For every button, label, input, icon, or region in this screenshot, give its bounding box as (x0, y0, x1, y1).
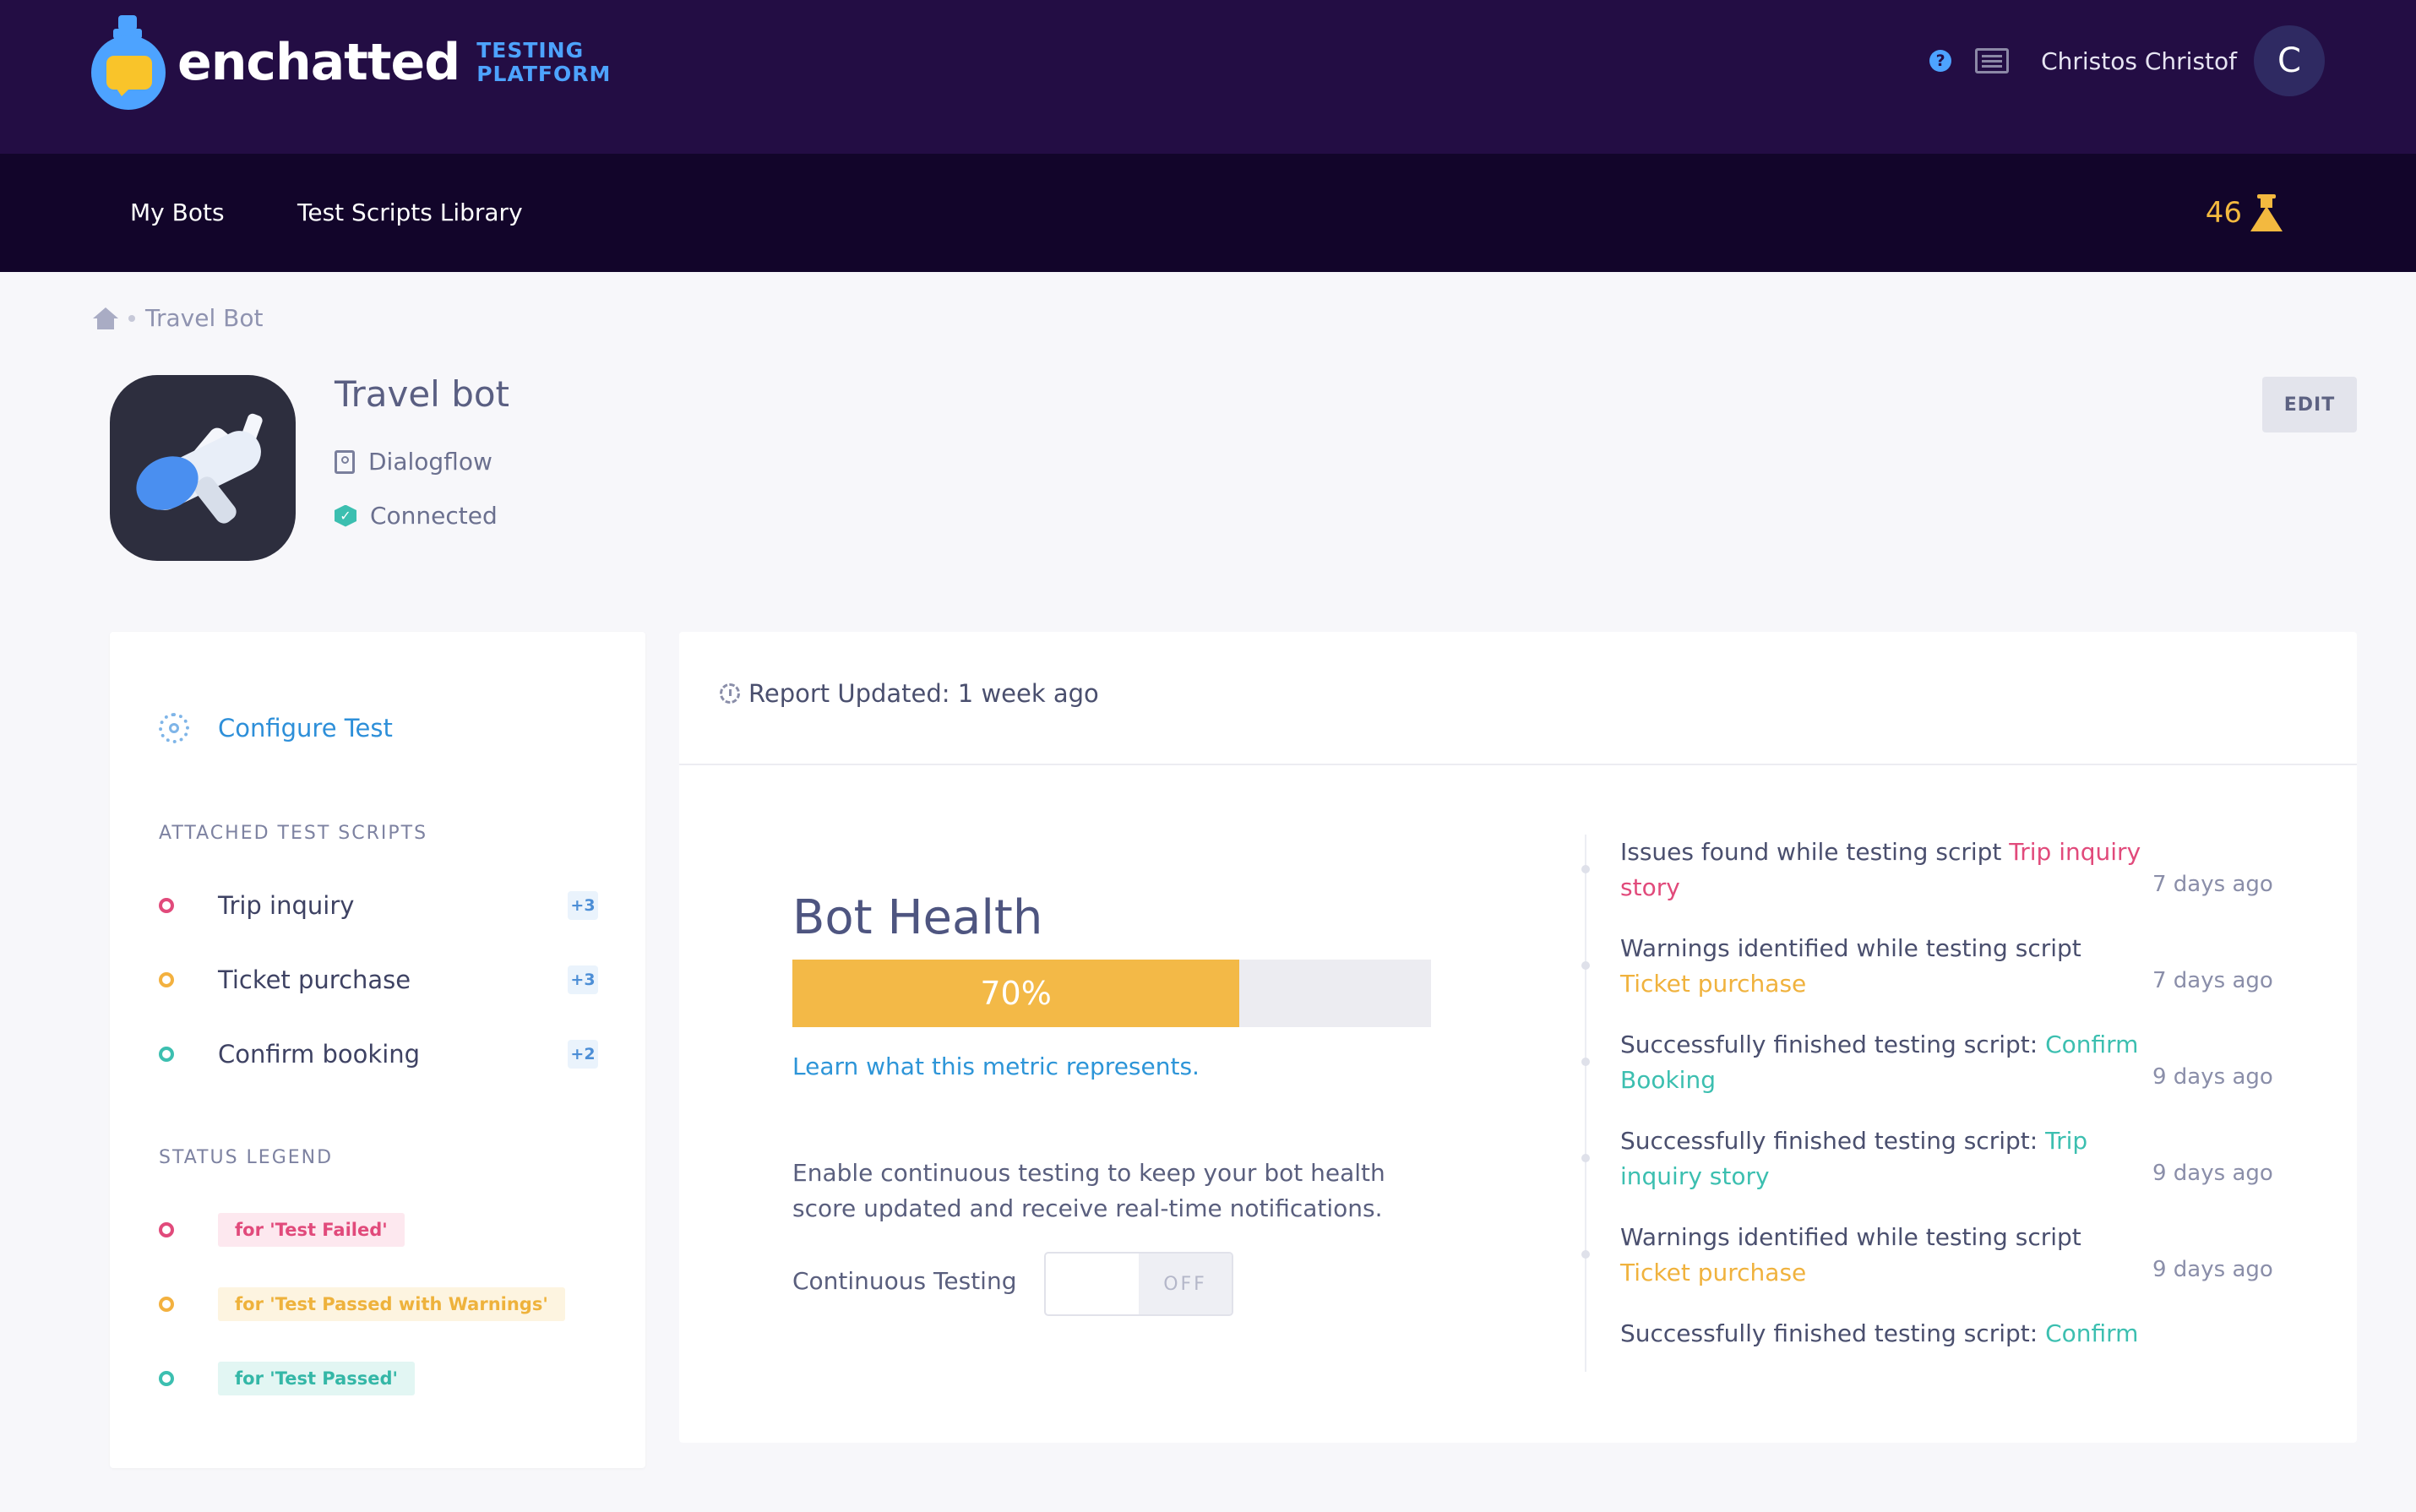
script-count-badge[interactable]: +3 (568, 965, 598, 994)
test-sidebar: Configure Test ATTACHED TEST SCRIPTS Tri… (110, 632, 645, 1468)
toggle-state: OFF (1139, 1254, 1232, 1314)
report-card: Report Updated: 1 week ago Bot Health 70… (679, 632, 2357, 1443)
brand-subtitle: TESTING PLATFORM (476, 39, 611, 86)
activity-timeline: Issues found while testing script Trip i… (1578, 835, 2321, 1372)
timeline-text: Successfully finished testing script: Co… (1620, 1316, 2144, 1352)
timeline-dot (1581, 865, 1590, 873)
platform-icon (335, 449, 355, 474)
script-name: Ticket purchase (218, 965, 411, 994)
breadcrumb: Travel Bot (93, 304, 263, 332)
timeline-dot (1581, 961, 1590, 970)
check-shield-icon: ✓ (335, 504, 356, 527)
bot-avatar-image (110, 375, 296, 561)
report-updated-label: Report Updated: 1 week ago (748, 679, 1099, 708)
brand-subtitle-line1: TESTING (476, 38, 585, 63)
script-count-badge[interactable]: +2 (568, 1040, 598, 1069)
status-warn-icon (159, 972, 174, 987)
home-icon[interactable] (93, 307, 118, 329)
legend-label: for 'Test Passed' (218, 1362, 415, 1395)
bot-health-title: Bot Health (792, 890, 1043, 945)
health-percent: 70% (980, 975, 1052, 1012)
timeline-dot (1581, 1058, 1590, 1066)
legend-label: for 'Test Passed with Warnings' (218, 1287, 565, 1321)
credits-counter[interactable]: 46 (2206, 154, 2283, 272)
avatar[interactable]: C (2254, 25, 2325, 96)
status-warn-icon (159, 1297, 174, 1312)
status-fail-icon (159, 898, 174, 913)
timeline-dot (1581, 1154, 1590, 1162)
continuous-testing-label: Continuous Testing (792, 1267, 1017, 1295)
timeline-script-link[interactable]: Confirm (2045, 1319, 2138, 1347)
header-user-area: ? Christos Christof C (1929, 24, 2325, 98)
breadcrumb-current: Travel Bot (145, 304, 264, 332)
status-pass-icon (159, 1371, 174, 1386)
legend-label: for 'Test Failed' (218, 1213, 405, 1247)
timeline-prefix: Successfully finished testing script: (1620, 1031, 2046, 1058)
timeline-text: Successfully finished testing script: Tr… (1620, 1123, 2144, 1194)
health-progress-bar: 70% (792, 960, 1431, 1027)
flask-icon (2250, 194, 2283, 231)
script-item-confirm-booking[interactable]: Confirm booking +2 (159, 1029, 598, 1080)
timeline-time: 7 days ago (2152, 968, 2273, 993)
bot-platform-label: Dialogflow (368, 448, 492, 476)
timeline-prefix: Warnings identified while testing script (1620, 934, 2081, 962)
top-header: enchatted TESTING PLATFORM ? Christos Ch… (0, 0, 2416, 154)
script-item-trip-inquiry[interactable]: Trip inquiry +3 (159, 880, 598, 931)
edit-button[interactable]: EDIT (2262, 377, 2357, 432)
timeline-text: Warnings identified while testing script… (1620, 931, 2144, 1002)
report-updated: Report Updated: 1 week ago (720, 679, 1099, 708)
attached-scripts-title: ATTACHED TEST SCRIPTS (159, 823, 428, 844)
timeline-prefix: Successfully finished testing script: (1620, 1319, 2046, 1347)
bot-platform: Dialogflow (335, 448, 492, 476)
continuous-testing-description: Enable continuous testing to keep your b… (792, 1159, 1385, 1222)
logo-bottle-icon (88, 14, 166, 111)
legend-item-warnings: for 'Test Passed with Warnings' (159, 1287, 565, 1321)
script-name: Confirm booking (218, 1040, 421, 1069)
main-nav: My Bots Test Scripts Library 46 (0, 154, 2416, 272)
timeline-prefix: Issues found while testing script (1620, 838, 2010, 866)
continuous-testing-toggle[interactable]: OFF (1044, 1252, 1233, 1316)
timeline-dot (1581, 1250, 1590, 1259)
script-name: Trip inquiry (218, 891, 355, 920)
timeline-text: Warnings identified while testing script… (1620, 1220, 2144, 1291)
status-pass-icon (159, 1047, 174, 1062)
status-legend-title: STATUS LEGEND (159, 1147, 334, 1168)
bot-title: Travel bot (335, 373, 510, 415)
timeline-time: 7 days ago (2152, 872, 2273, 897)
gear-icon (159, 713, 189, 743)
configure-test-label: Configure Test (218, 714, 393, 742)
credits-value: 46 (2205, 196, 2242, 230)
timeline-text: Issues found while testing script Trip i… (1620, 835, 2144, 906)
timeline-time: 9 days ago (2152, 1064, 2273, 1090)
bot-status-label: Connected (370, 502, 498, 530)
bot-connection-status: ✓ Connected (335, 502, 498, 530)
timeline-prefix: Successfully finished testing script: (1620, 1127, 2046, 1155)
script-item-ticket-purchase[interactable]: Ticket purchase +3 (159, 955, 598, 1005)
brand-logo[interactable]: enchatted TESTING PLATFORM (88, 12, 611, 113)
nav-my-bots[interactable]: My Bots (130, 154, 225, 272)
user-name[interactable]: Christos Christof (2041, 47, 2237, 75)
script-count-badge[interactable]: +3 (568, 891, 598, 920)
timeline-text: Successfully finished testing script: Co… (1620, 1027, 2144, 1098)
timeline-script-link[interactable]: Ticket purchase (1620, 1259, 1806, 1286)
newspaper-icon[interactable] (1975, 48, 2010, 73)
help-icon[interactable]: ? (1929, 50, 1952, 72)
brand-name: enchatted (177, 33, 460, 92)
learn-metric-link[interactable]: Learn what this metric represents. (792, 1052, 1200, 1080)
legend-item-passed: for 'Test Passed' (159, 1362, 415, 1395)
timeline-item: Successfully finished testing script: Co… (1578, 1316, 2321, 1372)
configure-test-link[interactable]: Configure Test (159, 713, 393, 743)
stopwatch-icon (720, 683, 740, 704)
legend-item-failed: for 'Test Failed' (159, 1213, 405, 1247)
timeline-script-link[interactable]: Ticket purchase (1620, 970, 1806, 998)
report-header: Report Updated: 1 week ago (679, 632, 2357, 765)
timeline-prefix: Warnings identified while testing script (1620, 1223, 2081, 1251)
breadcrumb-separator (128, 314, 135, 322)
timeline-time: 9 days ago (2152, 1257, 2273, 1282)
nav-test-scripts-library[interactable]: Test Scripts Library (297, 154, 523, 272)
health-progress-fill: 70% (792, 960, 1240, 1027)
brand-subtitle-line2: PLATFORM (476, 62, 612, 86)
timeline-time: 9 days ago (2152, 1161, 2273, 1186)
status-fail-icon (159, 1222, 174, 1237)
